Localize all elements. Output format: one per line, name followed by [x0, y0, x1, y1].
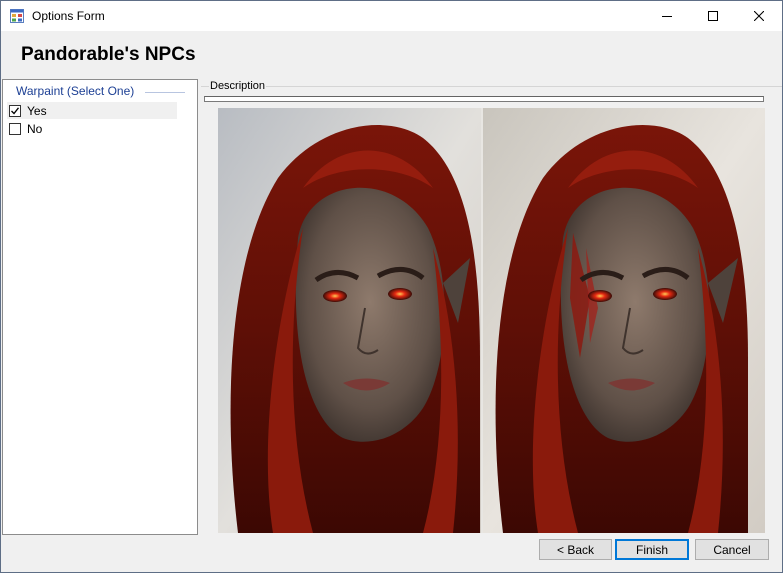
finish-button[interactable]: Finish	[615, 539, 689, 560]
option-no[interactable]: No	[7, 120, 177, 137]
preview-image	[218, 108, 765, 533]
minimize-button[interactable]	[644, 1, 690, 31]
title-bar[interactable]: Options Form	[1, 1, 782, 31]
option-no-label: No	[27, 121, 43, 136]
back-button[interactable]: < Back	[539, 539, 612, 560]
options-panel: Warpaint (Select One) Yes No	[2, 79, 198, 535]
option-yes[interactable]: Yes	[7, 102, 177, 119]
options-form-window: Options Form Pandorable's NPCs Warpaint …	[0, 0, 783, 573]
portrait-left	[218, 108, 481, 533]
option-yes-label: Yes	[27, 103, 47, 118]
app-form-icon	[10, 9, 24, 23]
group-divider	[145, 92, 185, 93]
window-title: Options Form	[32, 9, 105, 23]
portrait-right	[483, 108, 765, 533]
header-banner: Pandorable's NPCs	[1, 31, 782, 79]
maximize-icon	[708, 11, 718, 21]
description-label: Description	[209, 80, 267, 92]
page-title: Pandorable's NPCs	[21, 44, 196, 65]
option-no-checkbox[interactable]	[9, 122, 21, 135]
description-divider	[201, 86, 782, 87]
option-yes-checkbox[interactable]	[9, 104, 21, 117]
maximize-button[interactable]	[690, 1, 736, 31]
close-button[interactable]	[736, 1, 782, 31]
description-text-box[interactable]	[204, 96, 764, 102]
checkmark-icon	[11, 106, 20, 114]
description-group: Description	[201, 79, 782, 107]
option-group-label: Warpaint (Select One)	[16, 84, 135, 98]
close-icon	[754, 11, 764, 21]
option-group-header: Warpaint (Select One)	[3, 84, 197, 100]
cancel-button[interactable]: Cancel	[695, 539, 769, 560]
minimize-icon	[662, 11, 672, 21]
